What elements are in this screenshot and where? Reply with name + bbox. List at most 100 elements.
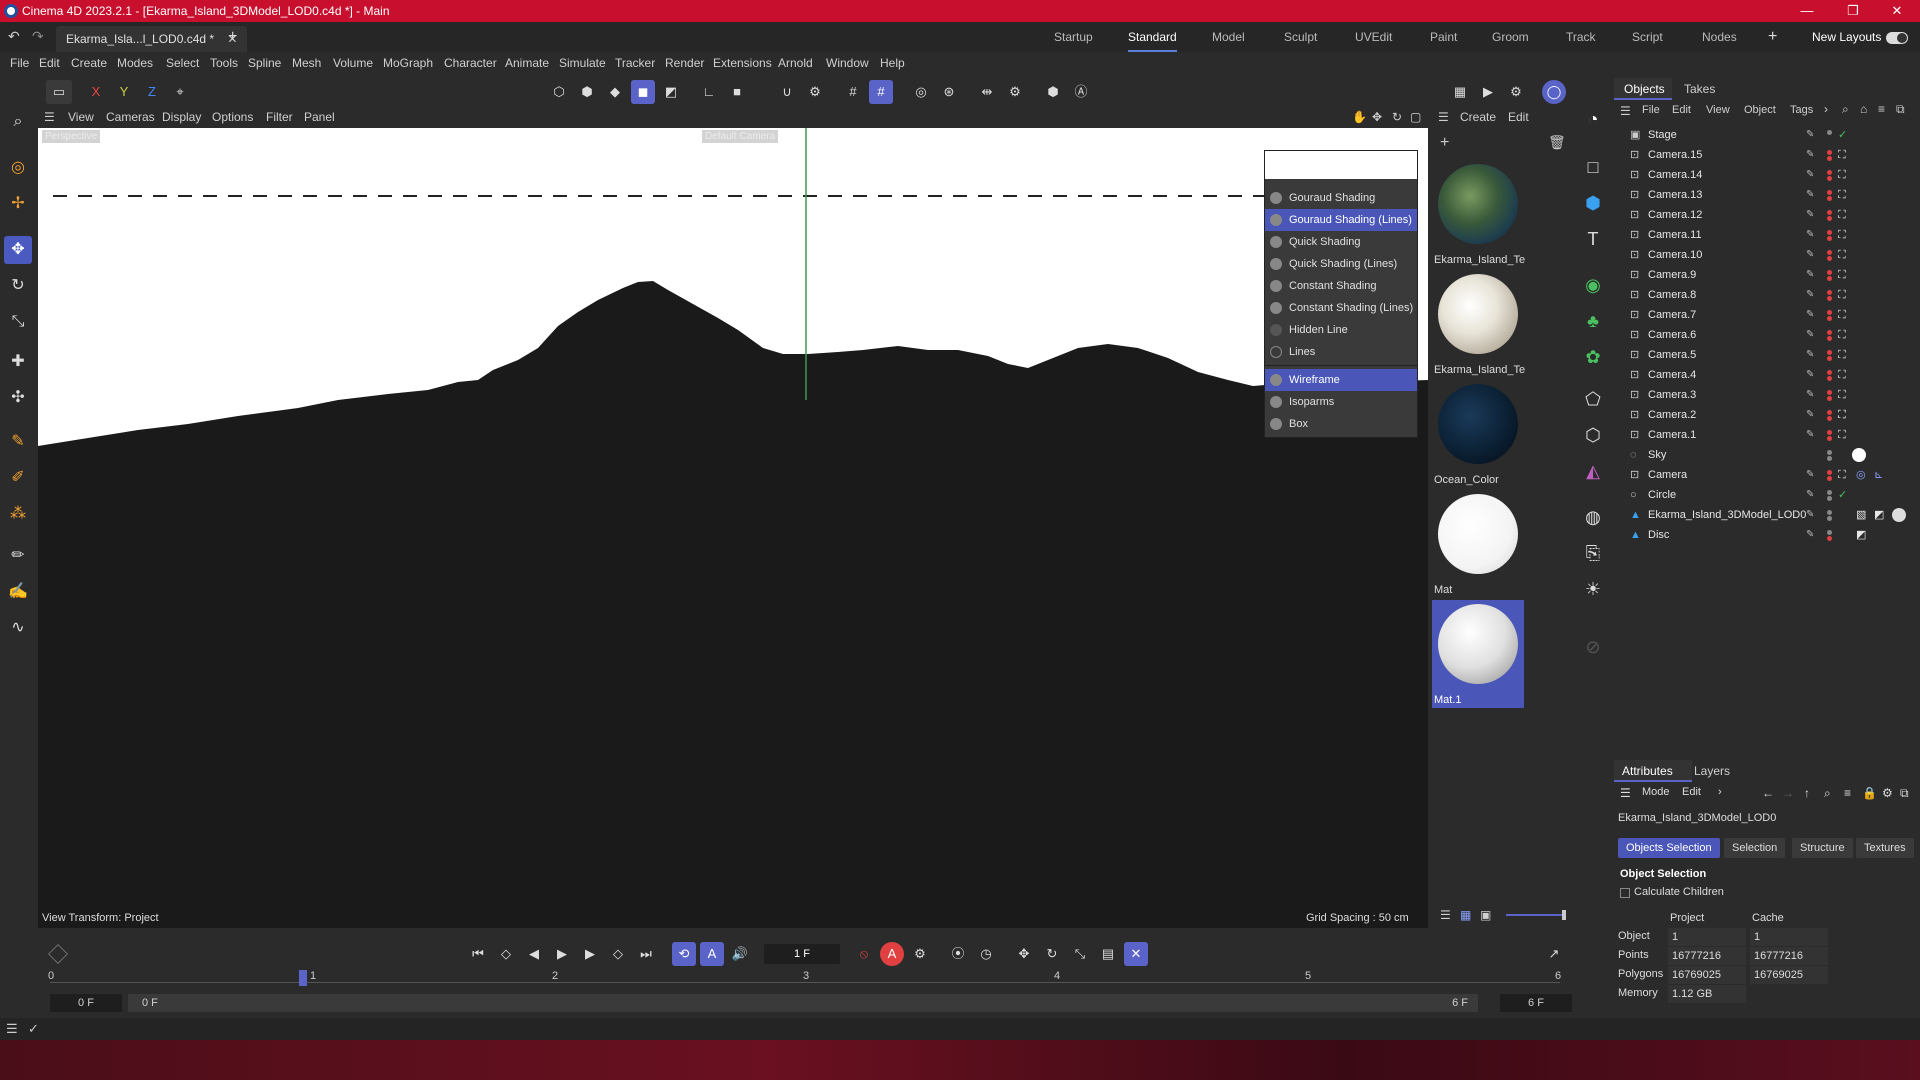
up-arrow-icon[interactable]: ↑ [1804,786,1810,800]
phong-tag-icon[interactable]: ◩ [1856,525,1866,545]
object-row-circle[interactable]: ○ Circle ✎ ✓ [1616,485,1918,505]
brush-tool-icon[interactable]: ✏ [4,542,32,570]
text-object-icon[interactable]: T [1578,224,1608,254]
snap-settings-icon[interactable]: ⚙ [803,80,827,104]
obj-menu-view[interactable]: View [1706,104,1730,116]
menu-mograph[interactable]: MoGraph [383,52,433,74]
subtab-selection[interactable]: Selection [1724,838,1786,858]
object-row-camera-4[interactable]: ⊡ Camera.4 ✎ ⛶ [1616,365,1918,385]
end-frame-field[interactable]: 6 F [1500,994,1572,1012]
motion-position-icon[interactable]: ✥ [1012,942,1036,966]
timeline-graph-icon[interactable]: ↗ [1542,942,1566,966]
object-row-camera-13[interactable]: ⊡ Camera.13 ✎ ⛶ [1616,185,1918,205]
record-icon[interactable]: ⦸ [852,942,876,966]
protection-tag-icon[interactable]: ⊾ [1874,465,1883,485]
menu-select[interactable]: Select [166,52,199,74]
workplane-icon[interactable]: ∟ [697,80,721,104]
generator-icon[interactable]: ◉ [1578,270,1608,300]
camera-tag-icon[interactable]: ⛶ [1838,205,1846,225]
redo-icon[interactable]: ↷ [32,28,44,45]
settings-attributes-icon[interactable]: ⚙ [1882,786,1893,800]
edit-icon[interactable]: ✎ [1806,129,1816,141]
texture-tag-icon[interactable]: ▧ [1856,505,1866,525]
camera-tag-icon[interactable]: ⛶ [1838,385,1846,405]
cloner-icon[interactable]: ♣ [1578,306,1608,336]
search-icon[interactable]: ⌕ [4,108,32,136]
menu-arnold[interactable]: Arnold [778,52,813,74]
start-frame-field[interactable]: 0 F [50,994,122,1012]
object-mode-icon[interactable]: ◼ [631,80,655,104]
menu-mesh[interactable]: Mesh [292,52,321,74]
playback-mode-icon[interactable]: A [700,942,724,966]
axis-y-toggle[interactable]: Y [112,80,136,104]
obj-menu-object[interactable]: Object [1744,104,1776,116]
sketch-icon[interactable]: ⊘ [1578,632,1608,662]
modeling-settings-icon[interactable]: ⚙ [1003,80,1027,104]
rectangle-spline-icon[interactable]: □ [1578,152,1608,182]
object-menu-icon[interactable]: ☰ [1620,104,1631,118]
layout-model[interactable]: Model [1212,22,1245,52]
camera-object-icon[interactable]: ◔ [1578,104,1608,134]
deformer-icon[interactable]: ✿ [1578,342,1608,372]
motion-pla-icon[interactable]: ✕ [1124,942,1148,966]
filter-attributes-icon[interactable]: ≡ [1844,786,1851,800]
edges-mode-icon[interactable]: ⬢ [575,80,599,104]
sky-material-tag-icon[interactable] [1852,448,1866,462]
camera-tag-icon[interactable]: ⛶ [1838,185,1846,205]
grid-snap-icon[interactable]: # [841,80,865,104]
search-attributes-icon[interactable]: ⌕ [1824,786,1831,801]
obj-menu-file[interactable]: File [1642,104,1660,116]
menu-tools[interactable]: Tools [210,52,238,74]
attr-menu-mode[interactable]: Mode [1642,786,1670,798]
move-view-icon[interactable]: ✥ [1372,110,1382,124]
object-row-camera-11[interactable]: ⊡ Camera.11 ✎ ⛶ [1616,225,1918,245]
play-icon[interactable]: ▶ [550,942,574,966]
search-objects-icon[interactable]: ⌕ [1842,102,1849,117]
solo-icon[interactable]: ■ [725,80,749,104]
layout-script[interactable]: Script [1632,22,1663,52]
go-to-start-icon[interactable]: ⏮ [466,942,490,966]
object-row-camera-3[interactable]: ⊡ Camera.3 ✎ ⛶ [1616,385,1918,405]
menu-file[interactable]: File [10,52,29,74]
menu-extensions[interactable]: Extensions [713,52,772,74]
material-ocean-color-swatch[interactable] [1438,384,1518,464]
shading-wireframe[interactable]: Wireframe [1265,369,1417,391]
tab-attributes[interactable]: Attributes [1614,760,1692,782]
material-mat1-swatch[interactable] [1438,604,1518,684]
object-row-camera-2[interactable]: ⊡ Camera.2 ✎ ⛶ [1616,405,1918,425]
check-icon[interactable]: ✓ [1838,125,1847,145]
rotate-tool-icon[interactable]: ↻ [4,272,32,300]
prev-key-icon[interactable]: ◇ [494,942,518,966]
vp-menu-cameras[interactable]: Cameras [106,110,155,124]
maximize-icon[interactable]: ❐ [1830,0,1876,22]
coordinate-system-icon[interactable]: ⌖ [168,80,192,104]
lock-attributes-icon[interactable]: 🔒 [1862,786,1877,800]
camera-tag-icon[interactable]: ⛶ [1838,145,1846,165]
shading-gouraud[interactable]: Gouraud Shading [1265,187,1417,209]
object-row-stage[interactable]: ▣ Stage ✎ ✓ [1616,125,1918,145]
object-row-disc[interactable]: ▲ Disc ✎ ◩ [1616,525,1918,545]
camera-tag-icon[interactable]: ⛶ [1838,325,1846,345]
object-row-camera-14[interactable]: ⊡ Camera.14 ✎ ⛶ [1616,165,1918,185]
material-ekarma-1-swatch[interactable] [1438,164,1518,244]
material-menu-edit[interactable]: Edit [1508,110,1529,124]
viewport-menu-icon[interactable]: ☰ [44,110,55,124]
camera-tag-icon[interactable]: ⛶ [1838,225,1846,245]
vp-menu-view[interactable]: View [68,110,94,124]
loop-icon[interactable]: ⟲ [672,942,696,966]
auto-icon[interactable]: Ⓐ [1069,80,1093,104]
menu-modes[interactable]: Modes [117,52,153,74]
menu-character[interactable]: Character [444,52,497,74]
layout-startup[interactable]: Startup [1054,22,1093,52]
layout-track[interactable]: Track [1566,22,1596,52]
subtab-structure[interactable]: Structure [1792,838,1853,858]
vp-menu-filter[interactable]: Filter [266,110,293,124]
menu-render[interactable]: Render [665,52,704,74]
render-view-icon[interactable]: ▦ [1448,80,1472,104]
shading-gouraud-lines[interactable]: Gouraud Shading (Lines) [1265,209,1417,231]
object-row-camera[interactable]: ⊡ Camera ✎ ⛶ ◎ ⊾ [1616,465,1918,485]
viewport-solo-icon[interactable]: ⬢ [1041,80,1065,104]
camera-rig-icon[interactable]: ⎘ [1578,538,1608,568]
shading-box[interactable]: Box [1265,413,1417,435]
snap-magnet-icon[interactable]: ∪ [775,80,799,104]
